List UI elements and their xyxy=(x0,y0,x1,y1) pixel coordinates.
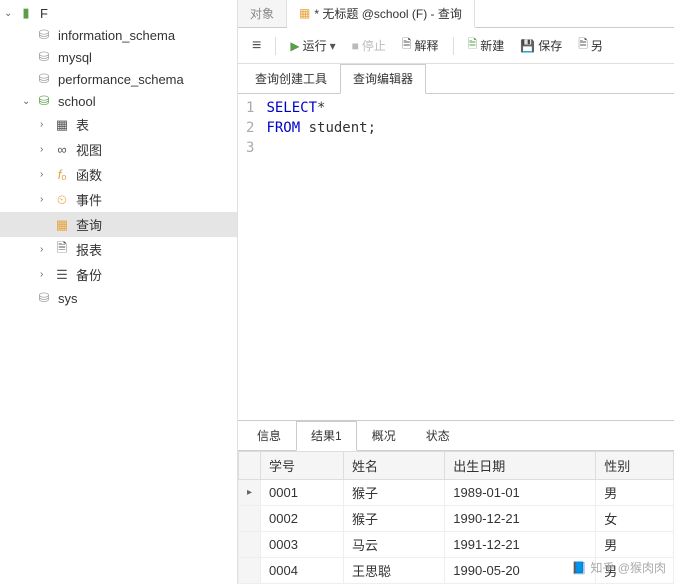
chevron-right-icon: › xyxy=(40,169,52,180)
tab-query-editor[interactable]: 查询编辑器 xyxy=(340,64,426,94)
db-label: sys xyxy=(58,291,78,306)
explain-button[interactable]: 🗎 解释 xyxy=(396,32,445,59)
col-header[interactable]: 学号 xyxy=(261,452,344,480)
chevron-down-icon: ⌄ xyxy=(22,96,34,107)
tree-db-school[interactable]: ⌄ ⛁ school xyxy=(0,90,237,112)
database-icon: ⛁ xyxy=(36,290,52,306)
stop-button[interactable]: ■ 停止 xyxy=(346,34,392,57)
report-icon: 🗎 xyxy=(54,242,70,258)
tree-db-mysql[interactable]: ⛁ mysql xyxy=(0,46,237,68)
tree-node-events[interactable]: › ⏲ 事件 xyxy=(0,187,237,212)
node-label: 表 xyxy=(76,115,89,134)
table-row[interactable]: ▸ 0001 猴子 1989-01-01 男 xyxy=(239,480,674,506)
tab-query-untitled[interactable]: ▦ * 无标题 @school (F) - 查询 xyxy=(287,0,475,28)
chevron-right-icon: › xyxy=(40,244,52,255)
table-icon: ▦ xyxy=(54,117,70,133)
other-button[interactable]: 🗎 另 xyxy=(572,32,609,59)
tree-db-sys[interactable]: ⛁ sys xyxy=(0,287,237,309)
db-label: performance_schema xyxy=(58,72,184,87)
table-row[interactable]: 0003 马云 1991-12-21 男 xyxy=(239,532,674,558)
database-icon: ⛁ xyxy=(36,71,52,87)
query-icon: ▦ xyxy=(299,6,310,20)
node-label: 报表 xyxy=(76,240,102,259)
tree-node-reports[interactable]: › 🗎 报表 xyxy=(0,237,237,262)
menu-icon[interactable]: ≡ xyxy=(246,35,267,57)
query-icon: ▦ xyxy=(54,217,70,233)
db-label: school xyxy=(58,94,96,109)
db-label: mysql xyxy=(58,50,92,65)
tree-db-performance-schema[interactable]: ⛁ performance_schema xyxy=(0,68,237,90)
tree-node-tables[interactable]: › ▦ 表 xyxy=(0,112,237,137)
db-label: information_schema xyxy=(58,28,175,43)
database-icon: ⛁ xyxy=(36,93,52,109)
query-tab-bar: 查询创建工具 查询编辑器 xyxy=(238,64,674,94)
node-label: 视图 xyxy=(76,140,102,159)
tab-status[interactable]: 状态 xyxy=(411,421,465,450)
tree-node-queries[interactable]: ▦ 查询 xyxy=(0,212,237,237)
node-label: 函数 xyxy=(76,165,102,184)
database-icon: ⛁ xyxy=(36,49,52,65)
connection-label: F xyxy=(40,6,48,21)
stop-icon: ■ xyxy=(352,39,359,53)
file-icon: 🗎 xyxy=(578,35,588,56)
col-header[interactable]: 姓名 xyxy=(344,452,445,480)
tree-connection[interactable]: ⌄ ▮ F xyxy=(0,2,237,24)
result-tab-bar: 信息 结果1 概况 状态 xyxy=(238,420,674,451)
chevron-right-icon: › xyxy=(40,269,52,280)
tab-objects[interactable]: 对象 xyxy=(238,0,287,27)
dropdown-icon: ▾ xyxy=(330,39,336,53)
line-gutter: 1 2 3 xyxy=(238,98,266,416)
tab-info[interactable]: 信息 xyxy=(242,421,296,450)
file-tab-bar: 对象 ▦ * 无标题 @school (F) - 查询 xyxy=(238,0,674,28)
view-icon: ∞ xyxy=(54,142,70,158)
database-tree: ⌄ ▮ F ⛁ information_schema ⛁ mysql ⛁ per… xyxy=(0,0,238,584)
table-header-row: 学号 姓名 出生日期 性别 xyxy=(239,452,674,480)
table-row[interactable]: 0002 猴子 1990-12-21 女 xyxy=(239,506,674,532)
node-label: 事件 xyxy=(76,190,102,209)
sql-code[interactable]: SELECT* FROM student; xyxy=(266,98,376,416)
chevron-down-icon: ⌄ xyxy=(4,8,16,19)
tree-db-information-schema[interactable]: ⛁ information_schema xyxy=(0,24,237,46)
tab-result1[interactable]: 结果1 xyxy=(296,421,357,451)
tab-profile[interactable]: 概况 xyxy=(357,421,411,450)
toolbar: ≡ ▶ 运行 ▾ ■ 停止 🗎 解释 🗎 新建 💾 保存 xyxy=(238,28,674,64)
play-icon: ▶ xyxy=(290,39,299,53)
function-icon: fₒ xyxy=(54,167,70,183)
backup-icon: ☰ xyxy=(54,267,70,283)
chevron-right-icon: › xyxy=(40,194,52,205)
run-button[interactable]: ▶ 运行 ▾ xyxy=(284,34,341,57)
database-icon: ⛁ xyxy=(36,27,52,43)
watermark: 📘 知乎 @猴肉肉 xyxy=(572,559,666,576)
node-label: 备份 xyxy=(76,265,102,284)
tree-node-backup[interactable]: › ☰ 备份 xyxy=(0,262,237,287)
chevron-right-icon: › xyxy=(40,144,52,155)
tree-node-functions[interactable]: › fₒ 函数 xyxy=(0,162,237,187)
chevron-right-icon: › xyxy=(40,119,52,130)
tree-node-views[interactable]: › ∞ 视图 xyxy=(0,137,237,162)
new-button[interactable]: 🗎 新建 xyxy=(462,32,511,59)
explain-icon: 🗎 xyxy=(402,35,412,56)
event-icon: ⏲ xyxy=(54,192,70,208)
save-button[interactable]: 💾 保存 xyxy=(514,34,568,57)
node-label: 查询 xyxy=(76,215,102,234)
col-header[interactable]: 性别 xyxy=(596,452,674,480)
zhihu-icon: 📘 xyxy=(572,561,587,575)
connection-icon: ▮ xyxy=(18,5,34,21)
sql-editor[interactable]: 1 2 3 SELECT* FROM student; xyxy=(238,94,674,420)
col-header[interactable]: 出生日期 xyxy=(445,452,596,480)
tab-query-builder[interactable]: 查询创建工具 xyxy=(242,64,340,93)
row-marker-current: ▸ xyxy=(239,480,261,506)
save-icon: 💾 xyxy=(520,39,535,53)
new-icon: 🗎 xyxy=(468,35,478,56)
